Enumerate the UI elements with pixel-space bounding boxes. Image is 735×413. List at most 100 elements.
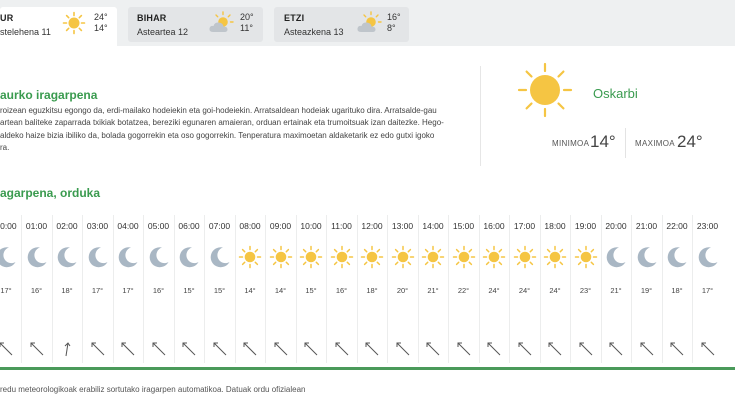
- condition-label: Oskarbi: [593, 86, 638, 101]
- moon-icon: [0, 245, 18, 274]
- hour-column: 06:00 15°: [174, 215, 204, 363]
- hour-column: 18:00 24°: [540, 215, 570, 363]
- hour-temp: 16°: [30, 286, 43, 295]
- hour-column: 14:00 21°: [418, 215, 448, 363]
- moon-icon: [665, 245, 689, 274]
- hourly-title: agarpena, orduka: [0, 186, 101, 200]
- forecast-line: aldeko haize bizia ibiliko da, bolada go…: [0, 130, 435, 140]
- hour-temp: 18°: [671, 286, 683, 295]
- hour-column: 10:00 15°: [296, 215, 326, 363]
- hour-temp: 15°: [213, 286, 226, 295]
- hour-time: 07:00: [208, 221, 231, 231]
- hour-time: 06:00: [178, 221, 200, 231]
- hour-temp: 15°: [183, 286, 195, 295]
- wind-arrow-icon: [608, 341, 624, 362]
- moon-icon: [635, 245, 659, 274]
- day-tab-name: ETZI: [284, 13, 305, 23]
- wind-arrow-icon: [242, 341, 258, 362]
- hour-time: 00:00: [0, 221, 17, 231]
- day-tab-max: 20°: [240, 12, 254, 22]
- sun-cloud-icon: [209, 11, 234, 32]
- day-tab-tomorrow[interactable]: BIHAR Asteartea 12 20° 11°: [128, 7, 263, 42]
- hour-time: 22:00: [666, 221, 688, 231]
- hour-column: 07:00 15°: [205, 215, 235, 363]
- moon-icon: [147, 245, 171, 274]
- forecast-line: roizean eguzkitsu egongo da, erdi-mailak…: [0, 106, 437, 115]
- hour-column: 08:00 14°: [235, 215, 265, 363]
- day-tab-name: BIHAR: [137, 13, 167, 23]
- divider: [625, 128, 626, 158]
- hour-temp: 17°: [122, 286, 134, 295]
- hour-column: 11:00 16°: [327, 215, 357, 363]
- sun-icon: [269, 245, 293, 274]
- sun-icon: [391, 245, 415, 274]
- wind-arrow-icon: [486, 341, 502, 362]
- footnote: redu meteorologikoak erabiliz sortutako …: [0, 385, 306, 394]
- hour-column: 04:00 17°: [113, 215, 143, 363]
- wind-arrow-icon: [212, 341, 228, 362]
- hour-column: 23:00 17°: [693, 215, 723, 363]
- day-tab-max: 16°: [387, 12, 401, 22]
- hour-time: 11:00: [331, 221, 352, 231]
- wind-arrow-icon: [578, 341, 594, 362]
- day-tab-date: Asteazkena 13: [284, 27, 344, 37]
- moon-icon: [177, 245, 201, 274]
- moon-icon: [86, 245, 110, 274]
- hour-time: 01:00: [25, 221, 48, 231]
- sun-icon: [482, 245, 506, 274]
- sun-icon: [360, 245, 384, 274]
- hour-temp: 20°: [396, 286, 409, 295]
- hour-time: 20:00: [605, 221, 627, 231]
- moon-icon: [55, 245, 79, 274]
- hour-time: 03:00: [86, 221, 109, 231]
- wind-arrow-icon: [547, 341, 563, 362]
- hour-temp: 15°: [305, 286, 317, 295]
- wind-arrow-icon: [90, 341, 106, 362]
- forecast-title: aurko iragarpena: [0, 88, 98, 102]
- hour-time: 15:00: [452, 221, 475, 231]
- wind-arrow-icon: [120, 341, 136, 362]
- wind-arrow-icon: [303, 341, 319, 362]
- hour-column: 02:00 18°: [52, 215, 82, 363]
- hour-time: 02:00: [56, 221, 78, 231]
- hour-temp: 24°: [549, 286, 561, 295]
- hour-temp: 16°: [152, 286, 165, 295]
- day-tab-today[interactable]: UR stelehena 11 24° 14°: [0, 7, 117, 46]
- day-tab-date: Asteartea 12: [137, 27, 189, 37]
- sun-icon: [452, 245, 476, 274]
- wind-arrow-icon: [456, 341, 472, 362]
- wind-arrow-icon: [334, 341, 350, 362]
- hour-temp: 21°: [427, 286, 439, 295]
- hour-time: 23:00: [696, 221, 719, 231]
- hour-column: 21:00 19°: [632, 215, 662, 363]
- hour-time: 05:00: [147, 221, 170, 231]
- wind-arrow-icon: [29, 341, 45, 362]
- wind-arrow-icon: [151, 341, 167, 362]
- hour-column: 12:00 18°: [357, 215, 387, 363]
- max-label: MAXIMOA: [635, 139, 675, 148]
- day-tab-min: 8°: [387, 23, 396, 33]
- hour-column: 01:00 16°: [22, 215, 52, 363]
- hour-time: 10:00: [300, 221, 322, 231]
- hour-column: 19:00 23°: [571, 215, 601, 363]
- sun-icon: [574, 245, 598, 274]
- hour-time: 09:00: [269, 221, 292, 231]
- day-tab-min: 11°: [240, 23, 253, 33]
- wind-arrow-icon: [395, 341, 411, 362]
- hour-column: 05:00 16°: [144, 215, 174, 363]
- day-tab-day-after[interactable]: ETZI Asteazkena 13 16° 8°: [274, 7, 409, 42]
- hour-time: 18:00: [544, 221, 566, 231]
- hour-temp: 17°: [91, 286, 104, 295]
- forecast-line: artean baliteke zaparrada txikiak botatz…: [0, 118, 444, 128]
- divider: [480, 66, 481, 166]
- wind-arrow-icon: [364, 341, 380, 362]
- hour-column: 16:00 24°: [479, 215, 509, 363]
- hour-temp: 21°: [610, 286, 622, 295]
- forecast-line: ra.: [0, 142, 10, 152]
- hour-column: 20:00 21°: [601, 215, 631, 363]
- hour-column: 13:00 20°: [388, 215, 418, 363]
- day-tab-date: stelehena 11: [0, 27, 51, 37]
- sun-icon: [517, 62, 573, 118]
- hour-column: 22:00 18°: [662, 215, 692, 363]
- min-value: 14°: [590, 132, 616, 151]
